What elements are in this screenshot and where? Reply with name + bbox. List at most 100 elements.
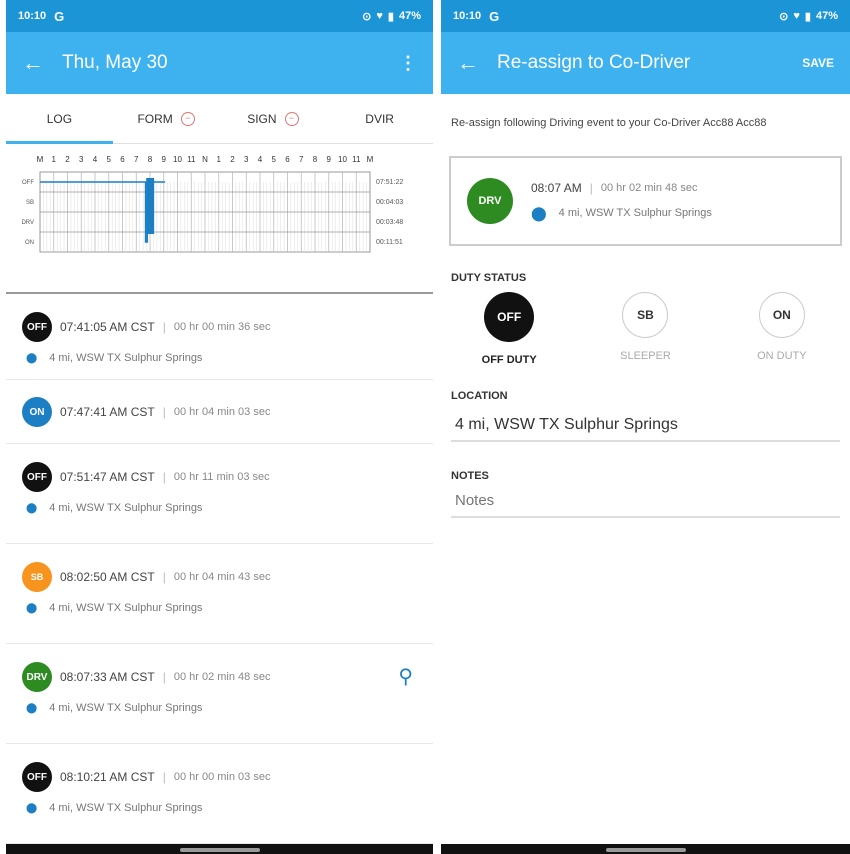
event-time: 08:10:21 AM CST [60, 770, 155, 784]
app-bar: ← Thu, May 30 ⋮ [6, 32, 433, 94]
duty-option-on[interactable]: ON ON DUTY [722, 292, 842, 366]
tab-log[interactable]: LOG [6, 94, 113, 144]
event-header: OFF 07:51:47 AM CST | 00 hr 11 min 03 sec [22, 462, 417, 492]
duty-option-sb[interactable]: SB SLEEPER [585, 292, 705, 366]
status-badge: OFF [22, 312, 52, 342]
location-field[interactable]: 4 mi, WSW TX Sulphur Springs [451, 402, 840, 442]
event-location: 4 mi, WSW TX Sulphur Springs [49, 352, 203, 364]
event-time: 08:02:50 AM CST [60, 570, 155, 584]
hour-tick-label: 10 [173, 155, 182, 164]
status-badge: OFF [22, 462, 52, 492]
event-time: 07:51:47 AM CST [60, 470, 155, 484]
tab-form[interactable]: FORM − [113, 94, 220, 143]
event-duration: 00 hr 00 min 03 sec [173, 771, 271, 783]
tab-sign[interactable]: SIGN − [220, 94, 327, 143]
duty-circle[interactable]: SB [622, 292, 669, 338]
hour-tick-label: 1 [52, 155, 57, 164]
page-title: Re-assign to Co-Driver [497, 52, 691, 73]
location-pin-icon: ⬤ [26, 502, 38, 514]
nav-bar [441, 844, 850, 854]
status-bar: 10:10 G ⊙ ♥ ▮ 47% [441, 0, 850, 32]
event-location-row: ⬤ 4 mi, WSW TX Sulphur Springs [22, 702, 417, 714]
location-value: 4 mi, WSW TX Sulphur Springs [455, 416, 678, 433]
battery-percent: 47% [815, 10, 838, 22]
event-list-item[interactable]: OFF 07:41:05 AM CST | 00 hr 00 min 36 sec ⬤ 4… [6, 294, 433, 380]
event-location: 4 mi, WSW TX Sulphur Springs [558, 207, 712, 219]
home-indicator[interactable] [179, 848, 260, 852]
duty-label: OFF DUTY [481, 354, 537, 366]
event-list: OFF 07:41:05 AM CST | 00 hr 00 min 36 sec ⬤ 4… [6, 294, 433, 844]
page-title: Thu, May 30 [62, 52, 168, 73]
notes-input[interactable] [455, 492, 836, 509]
event-header: SB 08:02:50 AM CST | 00 hr 04 min 43 sec [22, 562, 417, 592]
event-duration: 00 hr 02 min 48 sec [173, 671, 271, 683]
tab-dvir[interactable]: DVIR [326, 94, 433, 143]
status-time: 10:10 [18, 10, 47, 22]
notes-heading: NOTES [451, 470, 489, 482]
duty-label: ON DUTY [757, 350, 807, 362]
event-location-row: ⬤ 4 mi, WSW TX Sulphur Springs [22, 502, 417, 514]
hour-tick-label: 9 [327, 155, 332, 164]
log-graph: M 1 2 3 4 5 6 7 8 9 10 11 N 1 2 3 4 5 6 7 8 9 10 11 M OFF 07:51:22… [6, 144, 433, 294]
hour-tick-label: 11 [352, 155, 361, 164]
row-label: ON [25, 240, 34, 246]
reassign-codriver-icon[interactable]: ⚲ [398, 664, 413, 689]
event-duration: 00 hr 00 min 36 sec [173, 321, 271, 333]
location-pin-icon: ⬤ [26, 702, 38, 714]
back-arrow-icon[interactable]: ← [457, 50, 497, 76]
duty-label: SLEEPER [620, 350, 671, 362]
location-pin-icon: ⬤ [26, 352, 38, 364]
hour-tick-label: N [202, 155, 208, 164]
duty-activity-bar [146, 178, 155, 234]
back-arrow-icon[interactable]: ← [22, 50, 62, 76]
event-list-item[interactable]: SB 08:02:50 AM CST | 00 hr 04 min 43 sec ⬤ 4 … [6, 544, 433, 644]
event-duration: 00 hr 02 min 48 sec [600, 181, 698, 194]
hour-tick-label: 11 [187, 155, 196, 164]
event-list-item[interactable]: ON 07:47:41 AM CST | 00 hr 04 min 03 sec [6, 380, 433, 444]
duty-option-off[interactable]: OFF OFF DUTY [449, 292, 569, 366]
hour-tick-label: 7 [299, 155, 304, 164]
hour-tick-label: 5 [272, 155, 277, 164]
tab-label: FORM [137, 111, 173, 126]
row-total: 00:03:48 [376, 219, 403, 226]
event-location-row: ⬤ 4 mi, WSW TX Sulphur Springs [22, 352, 417, 364]
separator: | [162, 570, 166, 584]
event-duration: 00 hr 04 min 43 sec [173, 571, 271, 583]
save-button[interactable]: SAVE [802, 56, 834, 70]
hour-tick-label: 3 [244, 155, 249, 164]
event-list-item[interactable]: OFF 07:51:47 AM CST | 00 hr 11 min 03 sec ⬤ 4… [6, 444, 433, 544]
daily-log-screen: 10:10 G ⊙ ♥ ▮ 47% ← Thu, May 30 ⋮ LOG FOR… [6, 0, 433, 854]
row-label: OFF [22, 180, 34, 186]
event-time: 08:07:33 AM CST [60, 670, 155, 684]
event-duration: 00 hr 04 min 03 sec [173, 406, 271, 418]
alert-icon: − [284, 111, 299, 126]
nav-bar [6, 844, 433, 854]
duty-circle[interactable]: OFF [484, 292, 535, 342]
hour-tick-label: 6 [285, 155, 290, 164]
event-list-item[interactable]: OFF 08:10:21 AM CST | 00 hr 00 min 03 sec ⬤ 4… [6, 744, 433, 844]
reassign-screen: 10:10 G ⊙ ♥ ▮ 47% ← Re-assign to Co-Driv… [441, 0, 850, 854]
duty-status-heading: DUTY STATUS [451, 272, 527, 284]
separator: | [162, 405, 166, 419]
notes-field[interactable] [451, 482, 840, 518]
event-time: 07:41:05 AM CST [60, 320, 155, 334]
event-duration: 00 hr 11 min 03 sec [173, 471, 270, 483]
separator: | [162, 320, 166, 334]
row-total: 00:04:03 [376, 199, 403, 206]
app-bar: ← Re-assign to Co-Driver SAVE [441, 32, 850, 94]
event-header: OFF 08:10:21 AM CST | 00 hr 00 min 03 sec [22, 762, 417, 792]
google-icon: G [489, 8, 500, 24]
reassign-description: Re-assign following Driving event to you… [451, 117, 767, 129]
overflow-menu-icon[interactable]: ⋮ [399, 53, 417, 74]
event-list-item[interactable]: DRV 08:07:33 AM CST | 00 hr 02 min 48 sec ⬤ 4… [6, 644, 433, 744]
event-time: 07:47:41 AM CST [60, 405, 155, 419]
event-location: 4 mi, WSW TX Sulphur Springs [49, 702, 203, 714]
google-icon: G [54, 8, 65, 24]
status-time: 10:10 [453, 10, 482, 22]
duty-circle[interactable]: ON [758, 292, 805, 338]
hour-tick-label: 4 [93, 155, 98, 164]
home-indicator[interactable] [605, 848, 686, 852]
event-header: DRV 08:07:33 AM CST | 00 hr 02 min 48 sec [22, 662, 417, 692]
battery-percent: 47% [398, 10, 421, 22]
location-heading: LOCATION [451, 390, 508, 402]
